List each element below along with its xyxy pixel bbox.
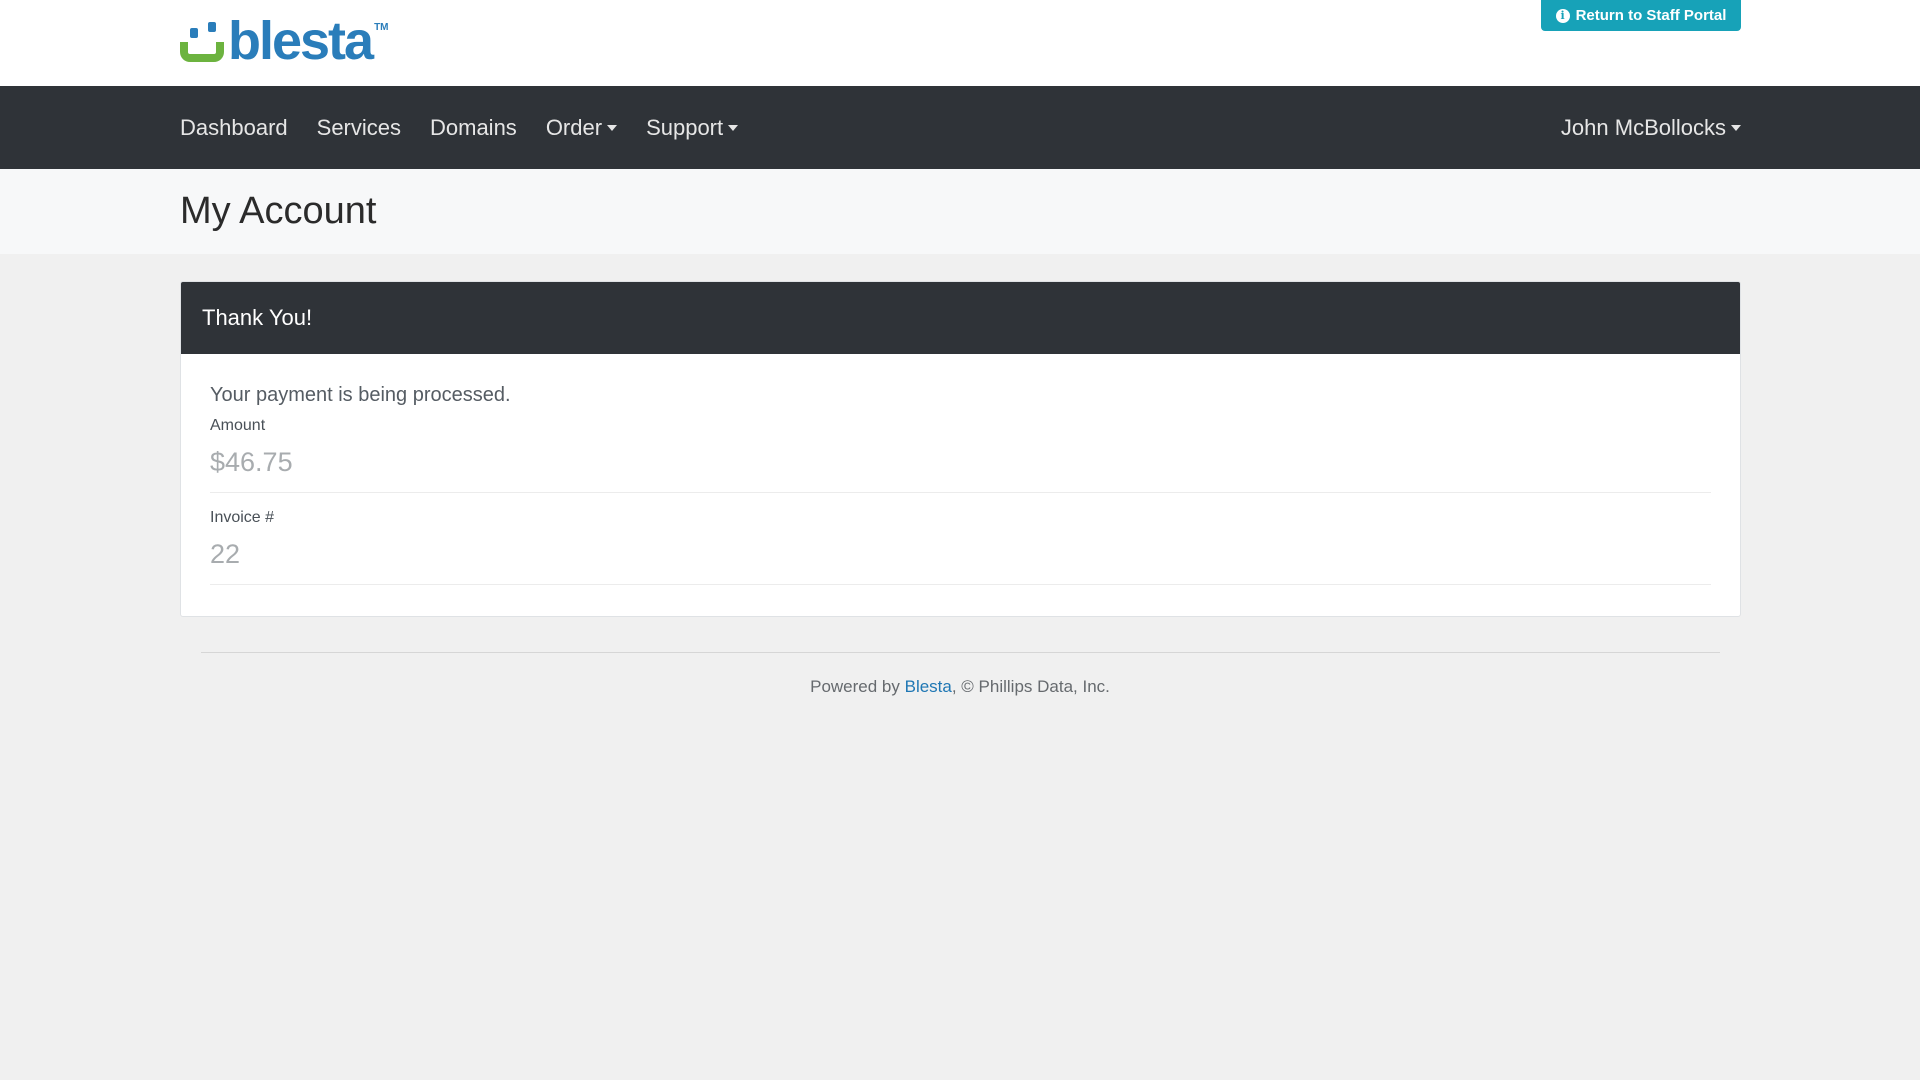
return-to-staff-portal-button[interactable]: i Return to Staff Portal [1541, 0, 1741, 31]
nav-item-order-dropdown[interactable]: Order [545, 114, 618, 141]
amount-value: $46.75 [210, 447, 293, 477]
nav-links: Dashboard Services Domains Order Support [180, 115, 767, 141]
caret-down-icon [1731, 124, 1741, 131]
top-header: blesta TM i Return to Staff Portal [0, 0, 1920, 86]
invoice-field: Invoice # 22 [210, 509, 1711, 585]
caret-down-icon [607, 124, 618, 131]
page-title-band: My Account [0, 169, 1920, 254]
logo-trademark: TM [374, 22, 389, 33]
nav-item-label: Order [545, 114, 603, 140]
footer-copyright: , © Phillips Data, Inc. [951, 677, 1110, 696]
card-body: Your payment is being processed. Amount … [181, 354, 1740, 585]
page-title: My Account [180, 190, 377, 232]
logo-wordmark: blesta [228, 11, 374, 71]
thank-you-card: Thank You! Your payment is being process… [180, 281, 1741, 617]
footer-divider [201, 652, 1720, 653]
nav-item-label: Dashboard [180, 114, 288, 140]
payment-status-message: Your payment is being processed. [210, 384, 511, 406]
user-name: John McBollocks [1560, 114, 1726, 140]
footer: Powered by Blesta, © Phillips Data, Inc. [0, 677, 1920, 697]
nav-item-dashboard[interactable]: Dashboard [180, 115, 288, 141]
main-navbar: Dashboard Services Domains Order Support… [0, 86, 1920, 169]
staff-portal-label: Return to Staff Portal [1575, 7, 1727, 24]
amount-field: Amount $46.75 [210, 417, 1711, 493]
nav-item-domains[interactable]: Domains [430, 115, 517, 141]
amount-label: Amount [210, 417, 266, 434]
blesta-logo[interactable]: blesta TM [180, 11, 389, 71]
invoice-value: 22 [210, 539, 241, 569]
card-header: Thank You! [181, 282, 1740, 354]
caret-down-icon [728, 124, 739, 131]
user-menu-dropdown[interactable]: John McBollocks [1561, 115, 1741, 141]
blesta-link[interactable]: Blesta [905, 677, 952, 696]
info-circle-icon: i [1555, 8, 1570, 23]
nav-item-label: Services [316, 114, 401, 140]
nav-item-label: Domains [430, 114, 517, 140]
invoice-label: Invoice # [210, 509, 275, 526]
nav-item-support-dropdown[interactable]: Support [646, 114, 739, 141]
nav-item-label: Support [646, 114, 724, 140]
logo-smile-icon [180, 20, 226, 66]
nav-item-services[interactable]: Services [317, 115, 401, 141]
footer-prefix: Powered by [810, 677, 905, 696]
